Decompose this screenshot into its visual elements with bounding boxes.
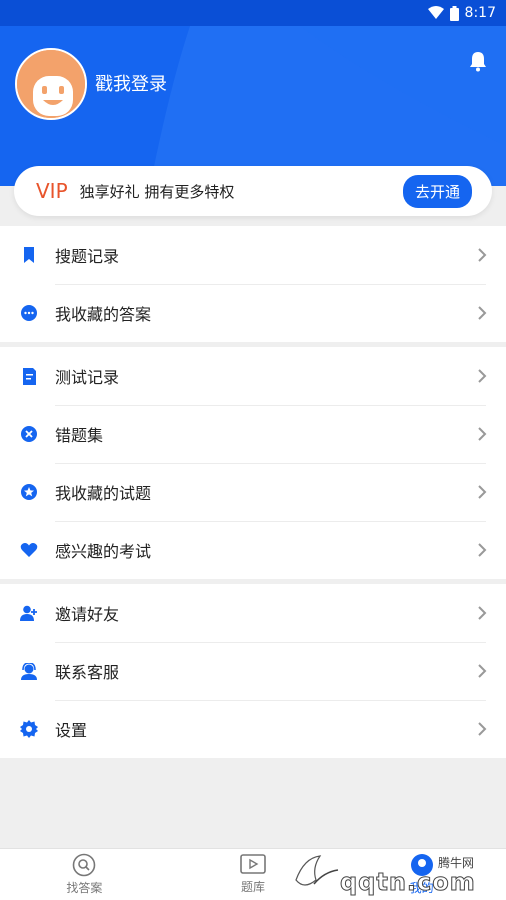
battery-icon [449,5,459,21]
menu-item-saved-answers[interactable]: 我收藏的答案 [0,284,506,342]
menu-item-label: 感兴趣的考试 [55,542,152,561]
chevron-right-icon [478,664,487,678]
chevron-right-icon [478,722,487,736]
wifi-icon [427,6,444,20]
vip-banner[interactable]: VIP 独享好礼 拥有更多特权 去开通 [14,166,492,216]
heart-icon [20,541,38,559]
menu-item-label: 联系客服 [55,663,120,682]
status-time: 8:17 [464,5,496,21]
tab-label: 找答案 [66,881,103,895]
chevron-right-icon [478,606,487,620]
search-icon [73,853,96,877]
profile-header: 戳我登录 [0,26,506,186]
close-circle-icon [20,425,38,443]
menu-group-other: 邀请好友 联系客服 设置 [0,584,506,758]
menu-item-test-records[interactable]: 测试记录 [0,347,506,405]
support-agent-icon [20,662,38,680]
watermark: 腾牛网 qqtn.com [290,848,500,900]
menu-item-search-history[interactable]: 搜题记录 [0,226,506,284]
menu-item-invite-friends[interactable]: 邀请好友 [0,584,506,642]
menu-item-label: 测试记录 [55,368,120,387]
chevron-right-icon [478,485,487,499]
star-circle-icon [20,483,38,501]
chat-bubble-icon [20,304,38,322]
avatar[interactable] [15,48,87,120]
edit-doc-icon [20,367,38,385]
gear-icon [20,720,38,738]
status-bar: 8:17 [0,0,506,26]
play-square-icon [240,854,266,874]
tab-label: 题库 [241,880,266,894]
menu-item-wrong-questions[interactable]: 错题集 [0,405,506,463]
watermark-site: qqtn.com [340,868,476,897]
vip-label: VIP [36,179,68,203]
menu-item-label: 我收藏的答案 [55,305,152,324]
chevron-right-icon [478,369,487,383]
bookmark-icon [20,246,38,264]
menu-item-settings[interactable]: 设置 [0,700,506,758]
menu-group-tests: 测试记录 错题集 我收藏的试题 感兴趣的考试 [0,347,506,579]
login-link[interactable]: 戳我登录 [95,70,167,96]
menu-item-label: 邀请好友 [55,605,120,624]
menu-item-label: 搜题记录 [55,247,120,266]
menu-item-label: 错题集 [55,426,104,445]
chevron-right-icon [478,248,487,262]
menu-item-customer-service[interactable]: 联系客服 [0,642,506,700]
tab-find-answers[interactable]: 找答案 [0,849,169,900]
menu-item-saved-questions[interactable]: 我收藏的试题 [0,463,506,521]
chevron-right-icon [478,427,487,441]
watermark-logo-icon [295,855,339,886]
add-user-icon [20,604,38,622]
chevron-right-icon [478,543,487,557]
menu-item-label: 设置 [55,721,88,740]
vip-description: 独享好礼 拥有更多特权 [79,182,235,201]
chevron-right-icon [478,306,487,320]
bell-icon[interactable] [468,50,488,76]
menu-item-interested-exams[interactable]: 感兴趣的考试 [0,521,506,579]
menu-item-label: 我收藏的试题 [55,484,152,503]
menu-group-records: 搜题记录 我收藏的答案 [0,226,506,342]
vip-open-button[interactable]: 去开通 [402,174,472,208]
